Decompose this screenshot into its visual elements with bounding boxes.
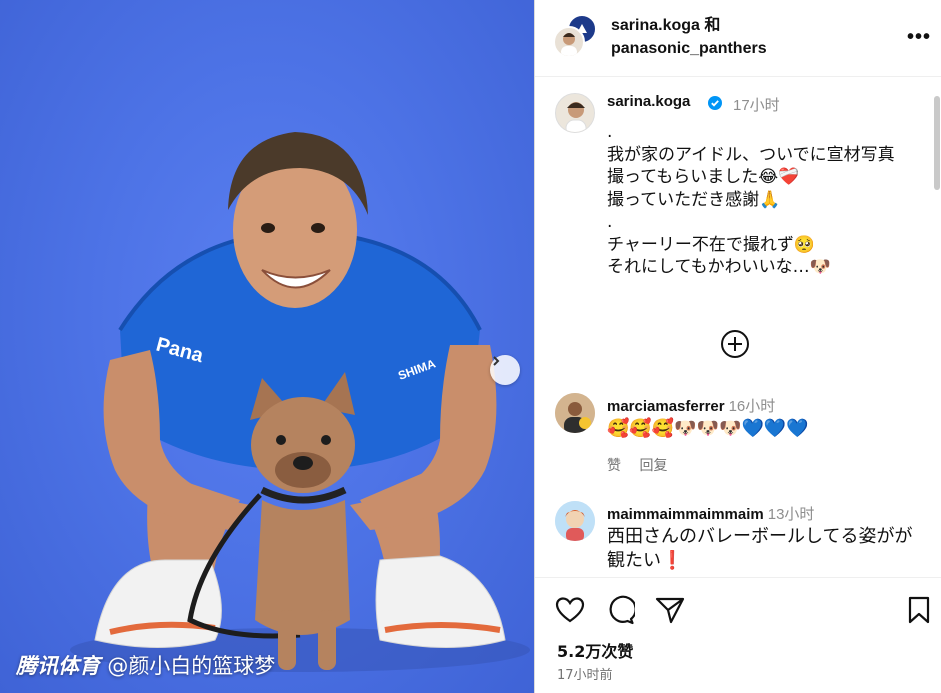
post-side-panel: sarina.koga 和 panasonic_panthers ••• sar… <box>534 0 941 693</box>
comment-avatar[interactable] <box>555 393 595 433</box>
sarina-avatar[interactable] <box>553 26 585 58</box>
comment-username-text[interactable]: maimmaimmaimmaim <box>607 506 764 523</box>
post-actions: 5.2万次赞 17小时前 <box>535 577 941 693</box>
comment-time: 13小时 <box>767 506 815 523</box>
comment-avatar[interactable] <box>555 501 595 541</box>
person-avatar-icon <box>565 102 587 132</box>
load-more-comments-icon[interactable] <box>720 329 750 359</box>
more-options-icon[interactable]: ••• <box>907 26 931 49</box>
heart-icon[interactable] <box>555 596 585 624</box>
comment-reply-button[interactable]: 回复 <box>639 458 667 474</box>
caption-username[interactable]: sarina.koga <box>607 93 690 110</box>
caption-avatar[interactable] <box>555 93 595 133</box>
next-photo-button[interactable] <box>490 355 520 385</box>
comment-actions: 赞 回复 <box>607 455 681 475</box>
athlete-with-dog-illustration: Pana SHIMA <box>70 132 530 672</box>
verified-badge-icon <box>708 96 722 110</box>
post-photo[interactable]: Pana SHIMA 腾讯体育 @颜小白的篮球梦 <box>0 0 534 693</box>
share-icon[interactable] <box>655 596 685 624</box>
comment-text: 西田さんのバレーボールしてる姿がが観たい❗ <box>607 526 913 571</box>
chevron-right-icon <box>493 356 500 366</box>
comment-username-text[interactable]: marciamasferrer <box>607 398 725 415</box>
comment-icon[interactable] <box>605 595 635 625</box>
watermark: 腾讯体育 @颜小白的篮球梦 <box>16 650 275 680</box>
collab-user-1[interactable]: sarina.koga 和 <box>611 14 767 37</box>
bookmark-icon[interactable] <box>907 596 931 624</box>
comments-area[interactable]: sarina.koga 17小时 . 我が家のアイドル、ついでに宣材写真 撮って… <box>535 77 941 577</box>
collab-user-2[interactable]: panasonic_panthers <box>611 37 767 60</box>
collab-avatars[interactable] <box>553 14 599 60</box>
comment-text: 🥰🥰🥰🐶🐶🐶💙💙💙 <box>607 418 809 439</box>
caption-text: . 我が家のアイドル、ついでに宣材写真 撮ってもらいました😂❤️‍🩹 撮っていた… <box>607 122 895 277</box>
post-header: sarina.koga 和 panasonic_panthers ••• <box>535 0 941 77</box>
person-avatar-icon <box>561 33 577 56</box>
watermark-brand: 腾讯体育 <box>16 654 100 678</box>
comment-like-button[interactable]: 赞 <box>607 458 621 474</box>
anime-avatar-icon <box>555 501 595 541</box>
comment-username[interactable]: maimmaimmaimmaim 13小时 <box>607 503 814 524</box>
comments-scrollbar[interactable] <box>934 96 940 190</box>
watermark-author: @颜小白的篮球梦 <box>107 654 276 678</box>
person-avatar-icon <box>555 393 595 433</box>
comment-username[interactable]: marciamasferrer 16小时 <box>607 395 775 416</box>
comment-time: 16小时 <box>728 398 776 415</box>
collab-names[interactable]: sarina.koga 和 panasonic_panthers <box>611 14 767 60</box>
caption-time: 17小时 <box>733 97 780 114</box>
post-timestamp[interactable]: 17小时前 <box>557 664 613 683</box>
like-count[interactable]: 5.2万次赞 <box>557 638 633 662</box>
